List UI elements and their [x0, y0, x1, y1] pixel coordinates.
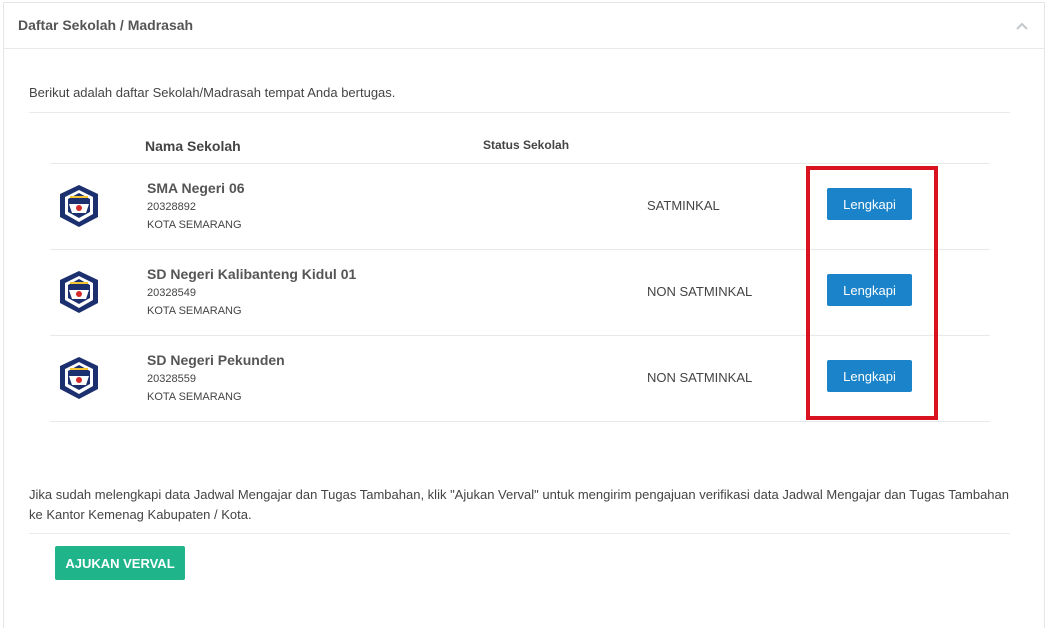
column-header-name: Nama Sekolah [145, 138, 241, 154]
school-city: KOTA SEMARANG [147, 391, 242, 403]
note-divider [29, 533, 1010, 534]
school-name: SMA Negeri 06 [147, 180, 245, 196]
school-npsn: 20328559 [147, 373, 196, 385]
school-name: SD Negeri Kalibanteng Kidul 01 [147, 266, 357, 282]
school-status: NON SATMINKAL [647, 370, 753, 385]
tut-wuri-handayani-logo [60, 357, 98, 399]
school-status: SATMINKAL [647, 198, 720, 213]
school-city: KOTA SEMARANG [147, 305, 242, 317]
table-header-divider [50, 163, 990, 164]
school-status: NON SATMINKAL [647, 284, 753, 299]
school-city: KOTA SEMARANG [147, 219, 242, 231]
school-name: SD Negeri Pekunden [147, 352, 285, 368]
tut-wuri-handayani-logo [60, 271, 98, 313]
intro-text: Berikut adalah daftar Sekolah/Madrasah t… [29, 85, 396, 100]
intro-divider [29, 112, 1010, 113]
submit-instructions: Jika sudah melengkapi data Jadwal Mengaj… [29, 487, 1010, 522]
column-header-status: Status Sekolah [483, 138, 570, 152]
row-divider [50, 421, 990, 422]
school-npsn: 20328549 [147, 287, 196, 299]
ajukan-verval-button[interactable]: AJUKAN VERVAL [55, 546, 185, 580]
tut-wuri-handayani-logo [60, 185, 98, 227]
highlight-box [806, 166, 938, 420]
panel-header: Daftar Sekolah / Madrasah [4, 3, 1044, 49]
school-npsn: 20328892 [147, 201, 196, 213]
chevron-up-icon[interactable] [1016, 21, 1028, 31]
panel-title: Daftar Sekolah / Madrasah [18, 17, 194, 33]
